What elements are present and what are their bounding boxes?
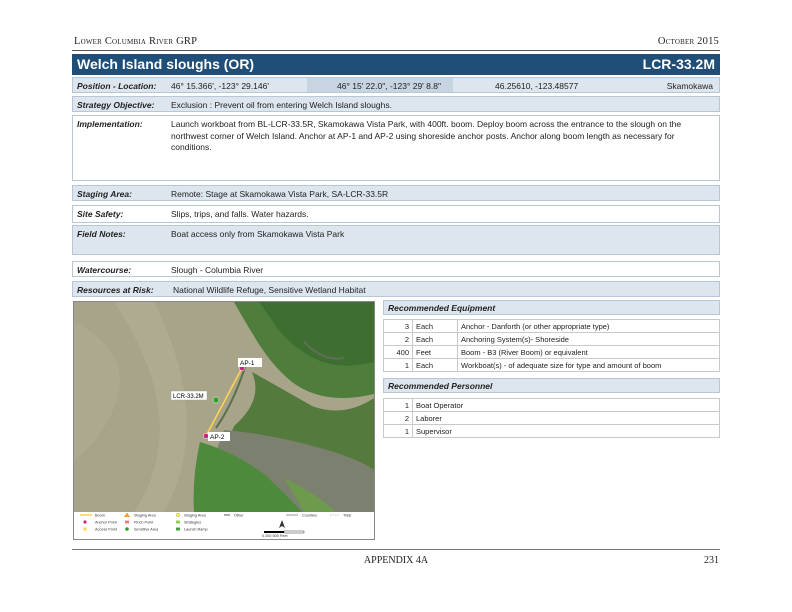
- location-decimal: 46.25610, -123.48577: [495, 81, 579, 91]
- strategy-point-icon: [212, 396, 220, 404]
- table-row: 2 Laborer: [383, 411, 720, 425]
- equipment-qty: 400: [383, 345, 413, 359]
- legend-11: Tidal: [343, 514, 351, 518]
- personnel-table: 1 Boat Operator 2 Laborer 1 Supervisor: [383, 398, 720, 438]
- watercourse-value: Slough - Columbia River: [171, 265, 264, 275]
- legend-8: Launch Ramp: [184, 528, 208, 532]
- strategy-id: LCR-33.2M: [642, 56, 715, 72]
- title-bar: Welch Island sloughs (OR) LCR-33.2M: [72, 54, 720, 75]
- legend-3: Staging Area: [134, 514, 157, 518]
- location-label: Position - Location:: [77, 81, 157, 91]
- personnel-qty: 1: [383, 424, 413, 438]
- strategy-objective-value: Exclusion : Prevent oil from entering We…: [171, 100, 392, 110]
- personnel-desc: Boat Operator: [412, 398, 720, 412]
- equipment-desc: Anchor - Danforth (or other appropriate …: [457, 319, 720, 333]
- legend-4: Pinch Point: [134, 521, 154, 525]
- legend-1: Anchor Point: [95, 521, 118, 525]
- resources-value: National Wildlife Refuge, Sensitive Wetl…: [173, 285, 366, 295]
- strategy-objective-row: Strategy Objective: Exclusion : Prevent …: [72, 96, 720, 112]
- strategy-objective-label: Strategy Objective:: [77, 100, 155, 110]
- equipment-qty: 2: [383, 332, 413, 346]
- header-right: October 2015: [657, 36, 719, 47]
- ap2-label: AP-2: [210, 434, 225, 441]
- implementation-label: Implementation:: [77, 119, 143, 129]
- strategy-map-label: LCR-33.2M: [173, 394, 204, 400]
- resources-row: Resources at Risk: National Wildlife Ref…: [72, 281, 720, 297]
- equipment-desc: Workboat(s) - of adequate size for type …: [457, 358, 720, 372]
- staging-value: Remote: Stage at Skamokawa Vista Park, S…: [171, 189, 389, 199]
- map-scale-bar: 0 250 500 Feet: [262, 534, 288, 538]
- equipment-unit: Each: [412, 358, 458, 372]
- watercourse-row: Watercourse: Slough - Columbia River: [72, 261, 720, 277]
- ap1-label: AP-1: [240, 360, 255, 367]
- footer-appendix: APPENDIX 4A: [363, 555, 429, 566]
- equipment-header: Recommended Equipment: [383, 300, 720, 315]
- strategy-title: Welch Island sloughs (OR): [77, 56, 255, 72]
- personnel-header: Recommended Personnel: [383, 378, 720, 393]
- legend-7: Strategies: [184, 521, 201, 525]
- location-decimal-minutes: 46° 15.366', -123° 29.146': [171, 81, 269, 91]
- legend-6: Staging Area: [184, 514, 207, 518]
- table-row: 1 Boat Operator: [383, 398, 720, 412]
- field-notes-label: Field Notes:: [77, 229, 126, 239]
- legend-2: Access Point: [95, 528, 118, 532]
- header-left: Lower Columbia River GRP: [74, 36, 198, 47]
- strategy-map: AP-1 AP-2 LCR-33.2M Boom Anchor Point Ac…: [73, 301, 375, 540]
- location-place: Skamokawa: [666, 81, 713, 91]
- footer-rule: [72, 549, 720, 550]
- implementation-row: Implementation: Launch workboat from BL-…: [72, 115, 720, 181]
- equipment-qty: 3: [383, 319, 413, 333]
- personnel-qty: 2: [383, 411, 413, 425]
- equipment-unit: Each: [412, 332, 458, 346]
- header-rule: [72, 50, 720, 51]
- resources-label: Resources at Risk:: [77, 285, 154, 295]
- site-safety-label: Site Safety:: [77, 209, 124, 219]
- legend-9: Other: [234, 514, 244, 518]
- site-safety-row: Site Safety: Slips, trips, and falls. Wa…: [72, 205, 720, 223]
- table-row: 1 Each Workboat(s) - of adequate size fo…: [383, 358, 720, 372]
- field-notes-row: Field Notes: Boat access only from Skamo…: [72, 225, 720, 255]
- table-row: 3 Each Anchor - Danforth (or other appro…: [383, 319, 720, 333]
- implementation-value: Launch workboat from BL-LCR-33.5R, Skamo…: [171, 119, 682, 152]
- watercourse-label: Watercourse:: [77, 265, 132, 275]
- location-row: Position - Location: 46° 15.366', -123° …: [72, 77, 720, 93]
- anchor-point-2-icon: [203, 433, 209, 439]
- location-dms-cell: 46° 15' 22.0", -123° 29' 8.8": [307, 78, 453, 92]
- table-row: 400 Feet Boom - B3 (River Boom) or equiv…: [383, 345, 720, 359]
- site-safety-value: Slips, trips, and falls. Water hazards.: [171, 209, 309, 219]
- equipment-desc: Boom - B3 (River Boom) or equivalent: [457, 345, 720, 359]
- equipment-desc: Anchoring System(s)- Shoreside: [457, 332, 720, 346]
- legend-5: Sensitive Area: [134, 528, 159, 532]
- table-row: 2 Each Anchoring System(s)- Shoreside: [383, 332, 720, 346]
- equipment-unit: Feet: [412, 345, 458, 359]
- legend-10: Counties: [302, 514, 317, 518]
- equipment-qty: 1: [383, 358, 413, 372]
- legend-0: Boom: [95, 514, 105, 518]
- page-number: 231: [704, 555, 719, 566]
- equipment-unit: Each: [412, 319, 458, 333]
- personnel-desc: Laborer: [412, 411, 720, 425]
- location-dms: 46° 15' 22.0", -123° 29' 8.8": [337, 81, 441, 91]
- aerial-map: AP-1 AP-2 LCR-33.2M Boom Anchor Point Ac…: [74, 302, 374, 539]
- field-notes-value: Boat access only from Skamokawa Vista Pa…: [171, 229, 345, 239]
- table-row: 1 Supervisor: [383, 424, 720, 438]
- personnel-qty: 1: [383, 398, 413, 412]
- staging-label: Staging Area:: [77, 189, 132, 199]
- personnel-desc: Supervisor: [412, 424, 720, 438]
- equipment-table: 3 Each Anchor - Danforth (or other appro…: [383, 319, 720, 372]
- staging-row: Staging Area: Remote: Stage at Skamokawa…: [72, 185, 720, 201]
